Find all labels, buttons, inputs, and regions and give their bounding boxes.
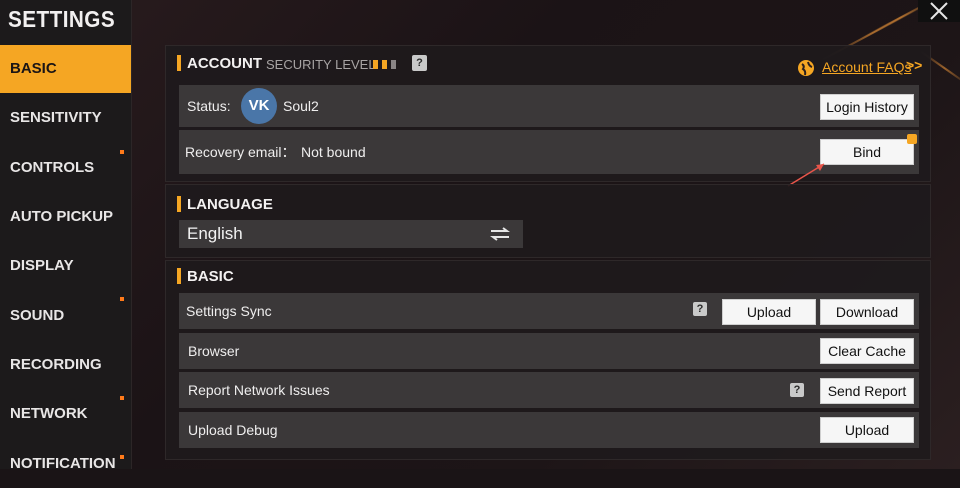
section-marker [177,55,181,71]
settings-sidebar: SETTINGS BASIC SENSITIVITY CONTROLS AUTO… [0,0,132,472]
notification-dot [120,297,124,301]
browser-row: Browser Clear Cache [179,333,919,369]
account-faqs-link[interactable]: Account FAQs [822,59,911,75]
close-icon [930,2,948,20]
notification-dot [120,455,124,459]
recovery-email-label: Recovery email： [185,144,296,160]
username: Soul2 [283,98,319,114]
swap-icon [490,227,510,241]
notification-dot [120,396,124,400]
basic-section-title: BASIC [187,268,234,285]
security-bar-empty [391,60,396,69]
security-help-icon[interactable]: ? [412,55,427,71]
nav-item-sound[interactable]: SOUND [0,292,131,340]
globe-icon [797,59,815,82]
status-label: Status: [187,98,231,114]
nav-item-sensitivity[interactable]: SENSITIVITY [0,94,131,142]
close-button[interactable] [918,0,960,22]
report-network-row: Report Network Issues ? Send Report [179,372,919,408]
section-marker [177,196,181,212]
settings-title: SETTINGS [8,6,116,32]
account-section-title: ACCOUNT [187,55,262,72]
upload-debug-button[interactable]: Upload [820,417,914,443]
language-selector[interactable]: English [179,220,523,248]
thumbs-up-icon [907,134,917,144]
nav-item-recording[interactable]: RECORDING [0,341,131,389]
settings-sync-row: Settings Sync ? Upload Download [179,293,919,329]
nav-item-display[interactable]: DISPLAY [0,242,131,290]
security-bar-filled [373,60,378,69]
nav-item-auto-pickup[interactable]: AUTO PICKUP [0,193,131,241]
upload-debug-label: Upload Debug [188,422,278,438]
settings-sync-label: Settings Sync [186,303,272,319]
security-bar-filled [382,60,387,69]
settings-download-button[interactable]: Download [820,299,914,325]
status-row: Status: VK Soul2 Login History [179,85,919,127]
report-network-label: Report Network Issues [188,382,330,398]
section-marker [177,268,181,284]
nav-item-notification[interactable]: NOTIFICATION [0,440,131,488]
report-help-icon[interactable]: ? [790,383,804,397]
language-current: English [187,224,243,243]
nav-item-network[interactable]: NETWORK [0,390,131,438]
chevron-double-right-icon: >> [906,57,923,73]
send-report-button[interactable]: Send Report [820,378,914,404]
security-level-label: SECURITY LEVEL [266,57,376,72]
vk-icon: VK [241,88,277,124]
clear-cache-button[interactable]: Clear Cache [820,338,914,364]
nav-item-basic[interactable]: BASIC [0,45,131,93]
nav-item-controls[interactable]: CONTROLS [0,144,131,192]
browser-label: Browser [188,343,240,359]
upload-debug-row: Upload Debug Upload [179,412,919,448]
recovery-email-value: Not bound [301,144,366,160]
settings-sync-help-icon[interactable]: ? [693,302,707,316]
notification-dot [120,150,124,154]
login-history-button[interactable]: Login History [820,94,914,120]
settings-upload-button[interactable]: Upload [722,299,816,325]
language-section-title: LANGUAGE [187,196,273,213]
bind-button[interactable]: Bind [820,139,914,165]
